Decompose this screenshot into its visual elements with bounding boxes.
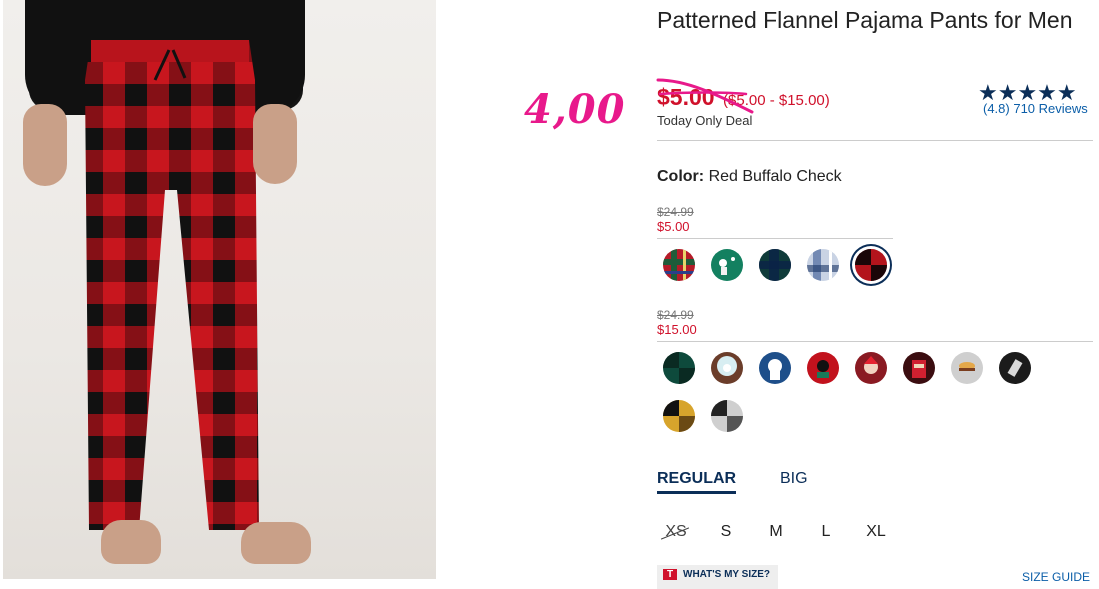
swatch-blackwatch-plaid[interactable] xyxy=(759,249,791,281)
reviews-link[interactable]: (4.8) 710 Reviews xyxy=(983,101,1088,116)
model-right-hand xyxy=(253,104,297,184)
swatch-green-print[interactable] xyxy=(711,249,743,281)
color-label: Color: xyxy=(657,168,705,185)
whats-my-size-label: WHAT'S MY SIZE? xyxy=(683,569,771,580)
product-title: Patterned Flannel Pajama Pants for Men xyxy=(657,7,1073,33)
product-image[interactable] xyxy=(3,0,436,579)
group-sale-price: $5.00 xyxy=(657,219,690,234)
size-guide-link[interactable]: SIZE GUIDE xyxy=(1022,570,1090,584)
size-m[interactable]: M xyxy=(756,523,796,541)
model-left-foot xyxy=(101,520,161,564)
swatch-nutcracker[interactable] xyxy=(903,352,935,384)
swatch-grey-buffalo-check[interactable] xyxy=(711,400,743,432)
size-xl[interactable]: XL xyxy=(856,523,896,541)
tab-big[interactable]: BIG xyxy=(780,470,808,488)
swatch-green-check[interactable] xyxy=(663,352,695,384)
divider xyxy=(657,238,893,239)
model-right-foot xyxy=(241,522,311,564)
swatch-gold-buffalo-check[interactable] xyxy=(663,400,695,432)
size-xs-unavailable[interactable]: XS xyxy=(656,523,696,541)
divider xyxy=(657,341,1093,342)
swatch-red-buffalo-check[interactable] xyxy=(855,249,887,281)
tab-regular[interactable]: REGULAR xyxy=(657,470,737,494)
swatch-grey-burger[interactable] xyxy=(951,352,983,384)
size-s[interactable]: S xyxy=(706,523,746,541)
color-selection: Color: Red Buffalo Check xyxy=(657,168,842,186)
original-price: $24.99 xyxy=(657,205,694,219)
color-value: Red Buffalo Check xyxy=(708,168,842,185)
handwritten-price-note: 4,00 xyxy=(524,86,626,133)
deal-label: Today Only Deal xyxy=(657,113,753,128)
true-fit-icon: T xyxy=(663,569,677,580)
handwritten-strikethrough xyxy=(656,78,754,114)
original-price: $24.99 xyxy=(657,308,694,322)
swatch-blue-plaid[interactable] xyxy=(807,249,839,281)
swatch-yeti-print[interactable] xyxy=(759,352,791,384)
swatch-snow-globe[interactable] xyxy=(711,352,743,384)
divider xyxy=(657,140,1093,141)
swatch-red-penguin[interactable] xyxy=(807,352,839,384)
swatch-santa-print[interactable] xyxy=(855,352,887,384)
group-sale-price: $15.00 xyxy=(657,322,697,337)
plaid-pants xyxy=(85,40,259,530)
swatch-space-print[interactable] xyxy=(999,352,1031,384)
size-l[interactable]: L xyxy=(806,523,846,541)
whats-my-size-button[interactable]: T WHAT'S MY SIZE? xyxy=(657,565,779,589)
swatch-red-tartan[interactable] xyxy=(663,249,695,281)
model-left-hand xyxy=(23,104,67,186)
